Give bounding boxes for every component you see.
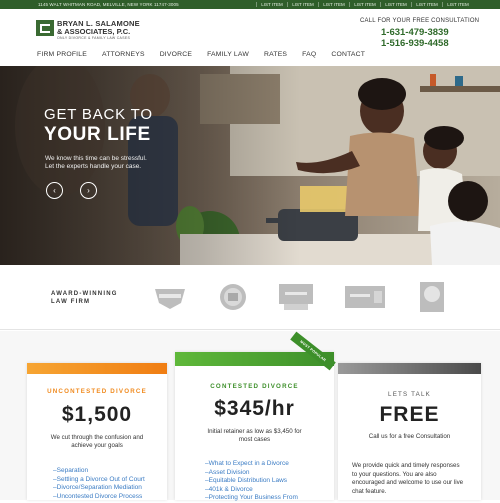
nav-item-faq[interactable]: FAQ: [302, 51, 316, 58]
logo-tagline: ONLY DIVORCE & FAMILY LAW CASES: [57, 36, 131, 40]
utility-link[interactable]: LIST ITEM: [287, 2, 318, 7]
carousel-prev-button[interactable]: ‹: [46, 182, 63, 199]
awards-strip: AWARD-WINNING LAW FIRM: [0, 265, 500, 330]
hero-subtitle-line2: Let the experts handle your case.: [45, 163, 142, 170]
chevron-right-icon: ›: [87, 186, 90, 195]
call-label: CALL FOR YOUR FREE CONSULTATION: [360, 18, 480, 24]
card-body-line: to your questions. You are also: [352, 470, 437, 478]
card-title: LETS TALK: [388, 391, 431, 398]
list-item-link[interactable]: Asset Division: [205, 469, 298, 478]
pricing-section: UNCONTESTED DIVORCE $1,500 We cut throug…: [0, 331, 500, 503]
awards-label-line1: AWARD-WINNING: [51, 291, 118, 297]
utility-link[interactable]: LIST ITEM: [318, 2, 349, 7]
card-body-line: encouraged and welcome to use our live: [352, 479, 464, 486]
card-price: $345/hr: [214, 397, 295, 420]
utility-links: LIST ITEM LIST ITEM LIST ITEM LIST ITEM …: [256, 2, 473, 7]
pricing-card-consultation: LETS TALK FREE Call us for a free Consul…: [338, 363, 481, 500]
hero-subtitle-line1: We know this time can be stressful.: [45, 155, 147, 162]
award-seal-icon: [220, 284, 246, 310]
nav-item-divorce[interactable]: DIVORCE: [160, 51, 192, 58]
card-title: UNCONTESTED DIVORCE: [47, 388, 147, 395]
phone-number-1[interactable]: 1-631-479-3839: [381, 27, 449, 38]
office-address: 1145 WALT WHITMAN ROAD, MELVILLE, NEW YO…: [38, 2, 179, 7]
site-header: BRYAN L. SALAMONE & ASSOCIATES, P.C. ONL…: [0, 9, 500, 66]
utility-link[interactable]: LIST ITEM: [349, 2, 380, 7]
card-desc-line1: Call us for a free Consultation: [368, 433, 451, 440]
card-body-line: chat feature.: [352, 487, 387, 495]
card-link-list: What to Expect in a Divorce Asset Divisi…: [205, 460, 298, 503]
hero-title-line2: YOUR LIFE: [44, 124, 151, 145]
nav-item-attorneys[interactable]: ATTORNEYS: [102, 51, 145, 58]
nav-item-rates[interactable]: RATES: [264, 51, 287, 58]
logo-firm-name-suffix[interactable]: & ASSOCIATES, P.C.: [57, 27, 130, 36]
main-nav: FIRM PROFILE ATTORNEYS DIVORCE FAMILY LA…: [37, 51, 380, 58]
chevron-left-icon: ‹: [53, 186, 56, 195]
logo-mark-icon[interactable]: [36, 20, 54, 36]
list-item-link[interactable]: Protecting Your Business From: [205, 494, 298, 503]
nav-item-firm-profile[interactable]: FIRM PROFILE: [37, 51, 87, 58]
card-link-list: Separation Settling a Divorce Out of Cou…: [53, 467, 145, 501]
nav-item-family-law[interactable]: FAMILY LAW: [207, 51, 249, 58]
utility-link[interactable]: LIST ITEM: [411, 2, 442, 7]
card-price: $1,500: [61, 403, 133, 426]
list-item-link[interactable]: Separation: [53, 467, 145, 476]
awards-label-line2: LAW FIRM: [51, 299, 91, 305]
card-body-line: We provide quick and timely responses: [352, 462, 460, 469]
nav-item-contact[interactable]: CONTACT: [331, 51, 365, 58]
pricing-card-contested: MOST POPULAR CONTESTED DIVORCE $345/hr I…: [175, 331, 336, 503]
list-item-link[interactable]: Divorce/Separation Mediation: [53, 484, 145, 493]
award-badge-icon: [155, 289, 185, 309]
card-desc-line2: achieve your goals: [71, 442, 123, 449]
award-plaque-icon: [279, 284, 313, 310]
utility-link[interactable]: LIST ITEM: [256, 2, 287, 7]
card-accent-bar: [27, 363, 167, 374]
hero-banner: GET BACK TO YOUR LIFE We know this time …: [0, 66, 500, 265]
card-price: FREE: [379, 403, 440, 426]
card-accent-bar: [338, 363, 481, 374]
phone-number-2[interactable]: 1-516-939-4458: [381, 38, 449, 49]
top-utility-bar: 1145 WALT WHITMAN ROAD, MELVILLE, NEW YO…: [0, 0, 500, 9]
card-body-text: We provide quick and timely responses to…: [352, 462, 463, 496]
award-ten-year-icon: [420, 282, 444, 312]
list-item-link[interactable]: Settling a Divorce Out of Court: [53, 476, 145, 485]
list-item-link[interactable]: Equitable Distribution Laws: [205, 477, 298, 486]
carousel-next-button[interactable]: ›: [80, 182, 97, 199]
list-item-link[interactable]: 401k & Divorce: [205, 486, 298, 495]
utility-link[interactable]: LIST ITEM: [380, 2, 411, 7]
card-desc-line2: most cases: [238, 436, 271, 443]
list-item-link[interactable]: What to Expect in a Divorce: [205, 460, 298, 469]
list-item-link[interactable]: Uncontested Divorce Process: [53, 493, 145, 502]
award-certificate-icon: [345, 286, 385, 308]
hero-title-line1: GET BACK TO: [44, 106, 153, 123]
utility-link[interactable]: LIST ITEM: [442, 2, 473, 7]
pricing-card-uncontested: UNCONTESTED DIVORCE $1,500 We cut throug…: [27, 363, 167, 500]
card-title: CONTESTED DIVORCE: [210, 383, 299, 390]
